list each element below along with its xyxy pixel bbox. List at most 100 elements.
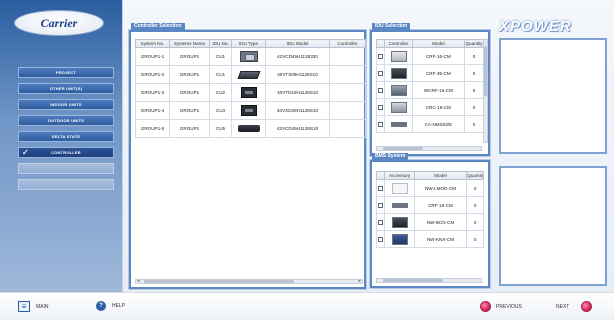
nav-item-controller[interactable]: ✓ CONTROLLER [18,147,114,158]
quantity-cell[interactable]: 0 [464,98,484,116]
column-header[interactable]: Controller [384,39,413,48]
nav-item-other-units[interactable]: OTHER UNIT(S) [18,83,114,94]
previous-button[interactable]: PREVIOUS [480,301,522,312]
scrollbar-thumb[interactable] [144,280,294,283]
table-row[interactable]: CRF-16-CM 0 [375,47,484,65]
quantity-cell[interactable]: 0 [464,115,484,133]
nav-item-delta-state[interactable]: DELTA STATE [18,131,114,142]
select-checkbox[interactable] [378,104,384,110]
controller-cell[interactable] [329,101,366,120]
idu-controller-table: Controller Model Quantity CRF-16-CM 0 CR… [375,39,484,133]
nav-item-label: CONTROLLER [51,150,81,155]
main-label: MAIN [36,303,49,310]
controller-cell[interactable] [329,65,366,84]
checkbox-cell [375,64,386,82]
table-row[interactable]: NW-BCN-CM 0 [375,213,484,231]
horizontal-scrollbar[interactable] [376,146,482,151]
system-no-cell: GROUP1-1 [135,47,170,66]
image-cell [384,196,415,214]
system-name-cell: GROUP1 [169,47,210,66]
controller-cell[interactable] [329,47,366,66]
table-row[interactable]: CRC-16-CM 0 [375,98,484,116]
select-checkbox[interactable] [378,53,384,59]
table-row[interactable]: GROUP1-2 GROUP1 CU1 40VTS09H1128S10 [135,65,366,84]
column-header[interactable]: IDU No. [209,39,232,48]
quantity-cell[interactable]: 0 [464,47,484,65]
table-row[interactable]: GROUP1-1 GROUP1 CU1 42VCD45H1128330 [135,47,366,66]
column-header[interactable]: Quantity [466,171,484,180]
column-header [375,39,386,48]
info-preview-bottom [499,166,607,286]
idu-model-cell: 40VTS09H1128S10 [265,65,330,84]
table-row[interactable]: GROUP1-3 GROUP1 CU2 40VTD18H1128S10 [135,83,366,102]
column-header[interactable]: IDU Model [265,39,330,48]
table-row[interactable]: NW-KNX-CM 0 [375,230,484,248]
quantity-cell[interactable]: 0 [464,81,484,99]
wall-controller-dark-icon [390,67,407,79]
column-header[interactable]: Controller [329,39,366,48]
checkbox-cell [375,98,386,116]
select-checkbox[interactable] [378,185,384,191]
select-checkbox[interactable] [378,236,384,242]
nav-item-label: OTHER UNIT(S) [49,86,83,91]
column-header[interactable]: System No. [135,39,170,48]
table-row[interactable]: CRF-35-CM 0 [375,64,484,82]
help-icon: ? [96,301,106,311]
select-checkbox[interactable] [378,87,384,93]
model-cell: CRF-16-CM [413,196,468,214]
idu-model-cell: 40VXD28H1128S10 [265,101,330,120]
select-checkbox[interactable] [378,202,384,208]
strip-device-icon [391,202,408,208]
quantity-cell[interactable]: 0 [466,196,484,214]
quantity-cell[interactable]: 0 [466,230,484,248]
horizontal-scrollbar[interactable]: ◂ ▸ [135,278,363,284]
column-header[interactable]: Quantity [464,39,484,48]
column-header[interactable]: IDU Type [231,39,266,48]
carrier-logo: Carrier [14,10,104,36]
horizontal-scrollbar[interactable] [376,278,482,283]
scrollbar-thumb[interactable] [383,279,443,282]
quantity-cell[interactable]: 0 [466,179,484,197]
select-checkbox[interactable] [378,121,384,127]
vertical-scrollbar[interactable] [483,39,488,143]
idu-type-cell [231,119,266,138]
column-header[interactable]: Systems Name [169,39,210,48]
controller-cell[interactable] [329,119,366,138]
scrollbar-thumb[interactable] [383,147,423,150]
image-cell [384,98,413,116]
select-checkbox[interactable] [378,219,384,225]
controller-cell[interactable] [329,83,366,102]
main-menu-icon: ≡ [18,301,30,312]
table-row[interactable]: GROUP1-4 GROUP1 CU3 40VXD28H1128S10 [135,101,366,120]
nav-item-project[interactable]: PROJECT [18,67,114,78]
idu-no-cell: CU5 [209,119,232,138]
column-header[interactable]: Model [411,39,466,48]
nav-item-indoor-units[interactable]: INDOOR UNITS [18,99,114,110]
model-cell: NW-KNX-CM [413,230,468,248]
nav-item-outdoor-units[interactable]: OUTDOOR UNITS [18,115,114,126]
next-button[interactable]: NEXT [556,301,593,312]
main-button[interactable]: ≡ MAIN [18,301,49,312]
bottom-toolbar: ≡ MAIN ? HELP PREVIOUS NEXT [0,292,614,320]
column-header[interactable]: Accessory [384,171,415,180]
white-box-icon [391,182,408,194]
nav-item-label: OUTDOOR UNITS [47,118,85,123]
table-row[interactable]: CRF-16-CM 0 [375,196,484,214]
table-row[interactable]: WCRF-16-CM 0 [375,81,484,99]
scroll-right-icon[interactable]: ▸ [358,278,361,284]
scroll-left-icon[interactable]: ◂ [137,278,140,284]
table-row[interactable]: NW-LMOD-CM 0 [375,179,484,197]
table-row[interactable]: CA-NMS03/E 0 [375,115,484,133]
table-header-row: Controller Model Quantity [375,39,484,48]
app-window: Carrier PROJECT OTHER UNIT(S) INDOOR UNI… [0,0,614,320]
column-header[interactable]: Model [413,171,468,180]
table-row[interactable]: GROUP1-5 GROUP1 CU5 42VCD45H1128S10 [135,119,366,138]
help-button[interactable]: ? HELP [96,301,125,311]
cassette-dark-unit-icon [240,87,257,98]
scrollbar-thumb[interactable] [484,46,487,96]
idu-model-cell: 42VCD45H1128330 [265,47,330,66]
quantity-cell[interactable]: 0 [466,213,484,231]
select-checkbox[interactable] [378,70,384,76]
quantity-cell[interactable]: 0 [464,64,484,82]
left-sidebar: Carrier PROJECT OTHER UNIT(S) INDOOR UNI… [0,0,123,292]
